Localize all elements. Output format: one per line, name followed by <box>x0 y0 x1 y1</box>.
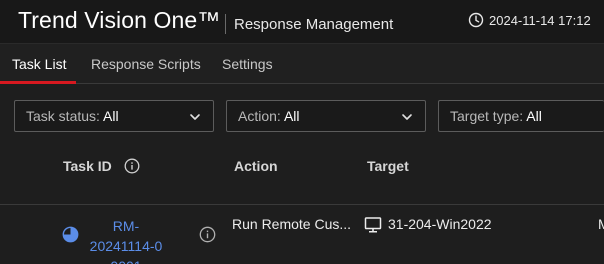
title-divider <box>225 14 226 34</box>
app-title: Trend Vision One™ <box>18 7 221 33</box>
task-id-link[interactable]: RM-20241114-0 0001 <box>86 216 166 264</box>
info-icon[interactable] <box>124 158 140 174</box>
monitor-icon <box>364 217 382 233</box>
tab-response-scripts[interactable]: Response Scripts <box>91 56 201 72</box>
table-header: Task ID Action Target <box>0 144 604 205</box>
tab-bar: Task List Response Scripts Settings <box>0 44 604 84</box>
action-filter-value: All <box>283 108 300 124</box>
task-status-filter[interactable]: Task status: All <box>14 100 214 132</box>
chevron-down-icon <box>402 114 412 120</box>
task-status-filter-label: Task status: <box>26 108 100 124</box>
column-header-task-id[interactable]: Task ID <box>63 158 140 174</box>
module-title: Response Management <box>234 16 394 33</box>
column-header-action[interactable]: Action <box>234 158 278 174</box>
in-progress-pie-icon <box>62 226 79 243</box>
truncated-cell: M <box>598 216 604 232</box>
info-icon[interactable] <box>199 226 216 243</box>
action-cell: Run Remote Cus... <box>232 216 352 232</box>
datetime-display: 2024-11-14 17:12 <box>468 12 591 28</box>
action-filter[interactable]: Action: All <box>226 100 426 132</box>
target-type-filter-value: All <box>526 108 542 124</box>
target-type-filter-label: Target type: <box>450 108 524 124</box>
column-header-target[interactable]: Target <box>367 158 409 174</box>
clock-icon <box>468 12 484 28</box>
target-cell: 31-204-Win2022 <box>388 216 492 232</box>
filter-bar: Task status: All Action: All Target type… <box>0 84 604 144</box>
app-header: Trend Vision One™ Response Management 20… <box>0 0 604 44</box>
task-status-filter-value: All <box>103 108 119 124</box>
tab-settings[interactable]: Settings <box>222 56 273 72</box>
chevron-down-icon <box>190 114 200 120</box>
action-filter-label: Action: <box>238 108 281 124</box>
datetime-text: 2024-11-14 17:12 <box>489 12 591 28</box>
tab-task-list[interactable]: Task List <box>12 56 66 72</box>
target-type-filter[interactable]: Target type: All <box>438 100 604 132</box>
